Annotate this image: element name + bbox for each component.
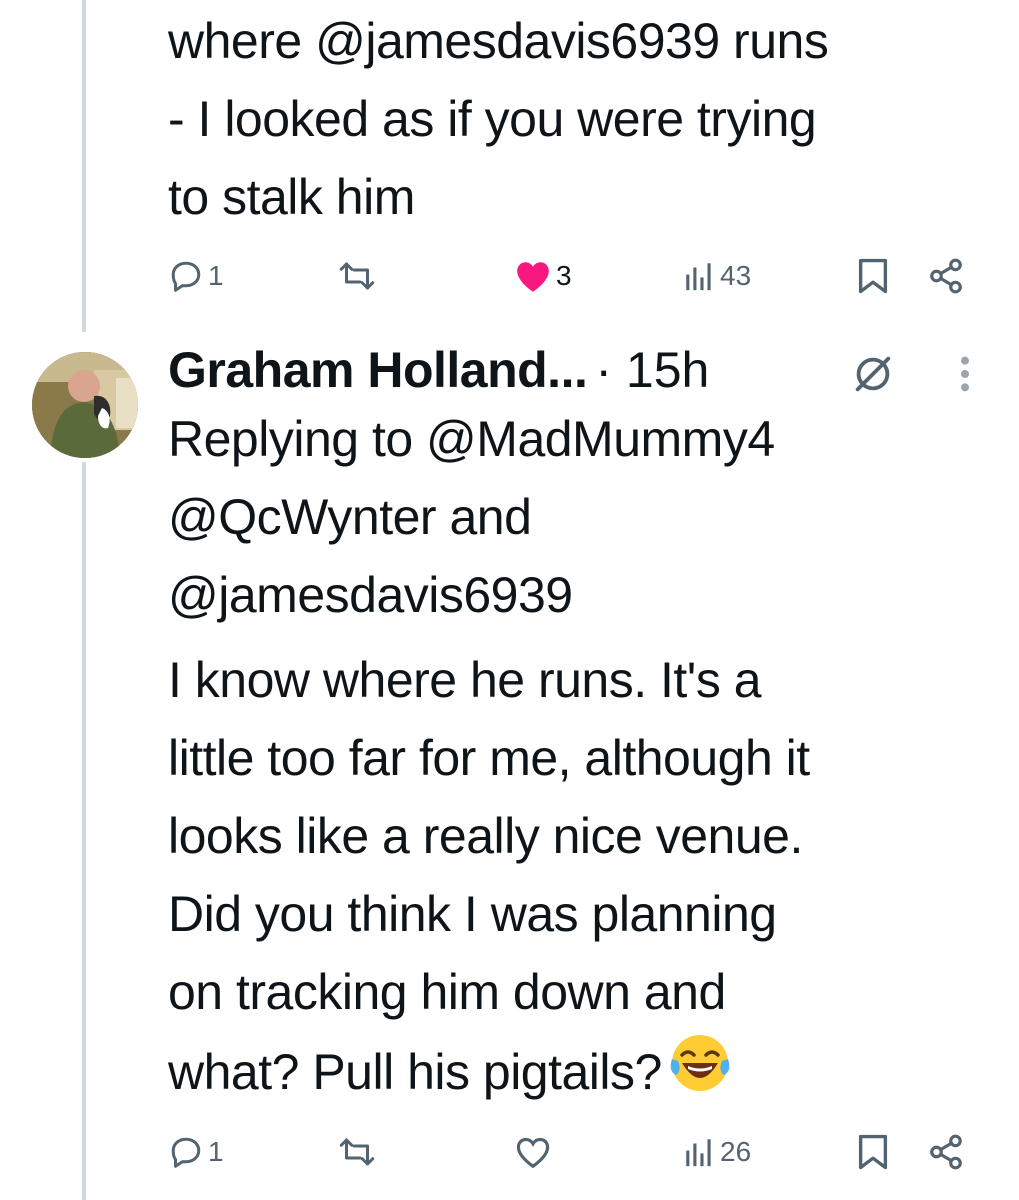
views-button[interactable]: 43 — [682, 256, 751, 296]
retweet-button[interactable] — [336, 256, 378, 296]
reply-count: 1 — [208, 1136, 224, 1167]
tweet2-text-line-content: what? Pull his pigtails? — [168, 1044, 662, 1100]
tweet2-text-line: I know where he runs. It's a — [168, 652, 762, 708]
reply-count: 1 — [208, 260, 224, 291]
share-button[interactable] — [926, 256, 966, 296]
avatar-photo — [32, 352, 138, 458]
share-icon — [930, 1134, 962, 1170]
reply-icon — [171, 261, 201, 292]
tweet2-action-bar: 1 26 — [0, 1132, 1019, 1172]
views-button[interactable]: 26 — [682, 1132, 751, 1172]
thread-line-lower — [82, 462, 86, 1200]
reply-button[interactable]: 1 — [168, 256, 224, 296]
views-bar-icon — [686, 263, 711, 291]
tweet-timestamp[interactable]: · 15h — [595, 341, 709, 399]
share-icon — [930, 258, 962, 294]
tweet2-text: I know where he runs. It's a little too … — [168, 641, 810, 1111]
heart-icon — [516, 1137, 550, 1169]
replying-to: Replying to @MadMummy4 @QcWynter and @ja… — [168, 400, 775, 634]
bookmark-button[interactable] — [856, 256, 890, 296]
more-vertical-icon[interactable] — [950, 354, 980, 394]
tweet2-text-line: looks like a really nice venue. — [168, 808, 803, 864]
tweet1-text-line: - I looked as if you were trying — [168, 91, 817, 147]
replying-line[interactable]: @jamesdavis6939 — [168, 556, 775, 634]
tweet1-text: where @jamesdavis6939 runs - I looked as… — [168, 2, 829, 236]
replying-line[interactable]: Replying to @MadMummy4 — [168, 400, 775, 478]
retweet-button[interactable] — [336, 1132, 378, 1172]
avatar[interactable] — [32, 352, 138, 458]
views-bar-icon — [686, 1139, 711, 1167]
like-button[interactable]: 3 — [514, 256, 572, 296]
views-count: 26 — [720, 1136, 752, 1167]
tweet2-text-line: little too far for me, although it — [168, 730, 810, 786]
tweet1-text-line: where @jamesdavis6939 runs — [168, 13, 829, 69]
grok-icon[interactable] — [850, 351, 896, 397]
reply-icon — [171, 1137, 201, 1168]
like-button[interactable] — [514, 1132, 556, 1172]
tweet1-action-bar: 1 3 43 — [0, 256, 1019, 296]
tweet1-text-line: to stalk him — [168, 169, 415, 225]
tweet2-text-line: on tracking him down and — [168, 964, 726, 1020]
bookmark-button[interactable] — [856, 1132, 890, 1172]
views-count: 43 — [720, 260, 752, 291]
laughing-tears-emoji-icon — [670, 1035, 730, 1091]
replying-line[interactable]: @QcWynter and — [168, 478, 775, 556]
heart-icon — [517, 262, 549, 292]
bookmark-icon — [858, 1134, 888, 1170]
share-button[interactable] — [926, 1132, 966, 1172]
author-name[interactable]: Graham Holland... — [168, 341, 588, 399]
tweet2-text-line-last: what? Pull his pigtails? — [168, 1031, 810, 1111]
tweet2-text-line: Did you think I was planning — [168, 886, 777, 942]
retweet-icon — [339, 262, 375, 290]
bookmark-icon — [858, 258, 888, 294]
like-count: 3 — [556, 260, 572, 291]
retweet-icon — [339, 1138, 375, 1166]
reply-button[interactable]: 1 — [168, 1132, 224, 1172]
